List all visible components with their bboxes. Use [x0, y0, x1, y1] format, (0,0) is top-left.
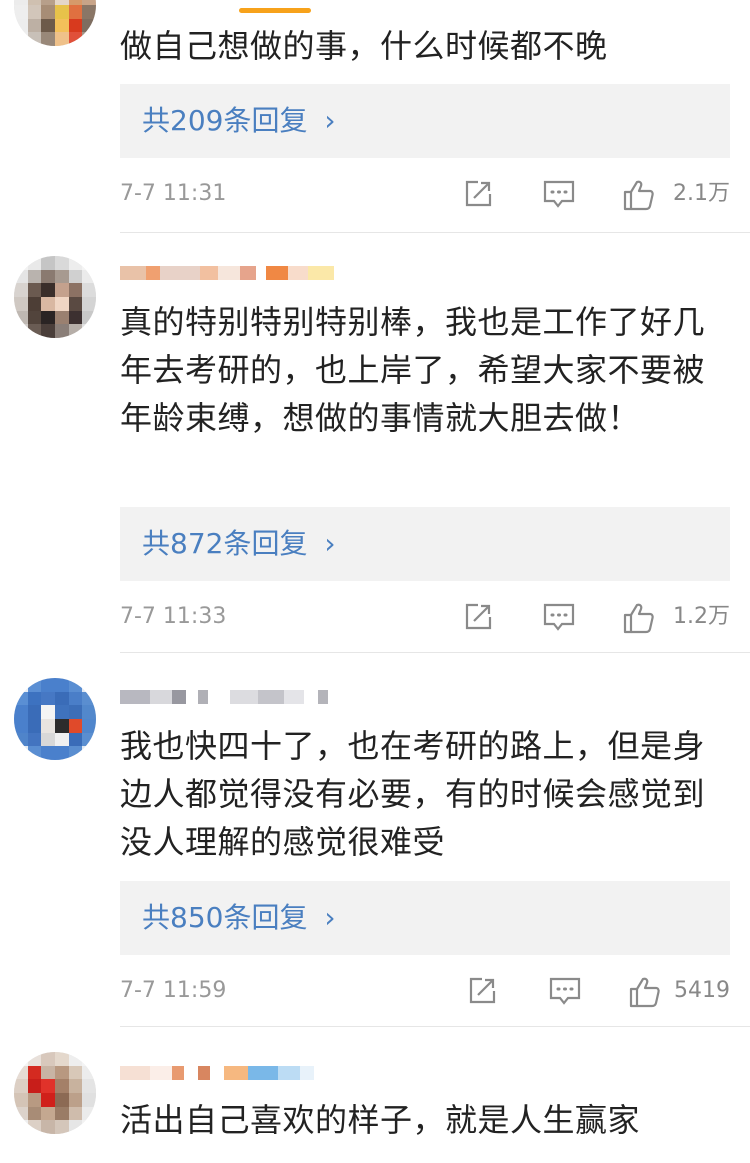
comment-meta: 7-7 11:33 1.2万 [120, 597, 730, 637]
like-count: 1.2万 [673, 604, 730, 629]
thumbs-up-icon[interactable] [628, 975, 662, 1013]
chevron-right-icon: › [324, 104, 336, 137]
comment-text: 活出自己喜欢的样子，就是人生赢家 [120, 1101, 641, 1139]
view-replies-link[interactable]: 共209条回复 › [142, 84, 336, 158]
reply-count-label: 共850条回复 [142, 901, 308, 934]
like-count: 5419 [674, 978, 730, 1003]
comment-icon[interactable] [542, 601, 576, 637]
comment-meta: 7-7 11:31 2.1万 [120, 174, 730, 214]
comment-text: 真的特别特别特别棒，我也是工作了好几年去考研的，也上岸了，希望大家不要被年龄束缚… [120, 303, 706, 437]
share-icon[interactable] [466, 975, 498, 1011]
divider [120, 1026, 750, 1027]
reply-count-label: 共209条回复 [142, 104, 308, 137]
chevron-right-icon: › [324, 901, 336, 934]
comment-icon[interactable] [548, 975, 582, 1011]
scroll-indicator [239, 8, 311, 13]
comment-time: 7-7 11:59 [120, 978, 227, 1003]
comment-time: 7-7 11:33 [120, 604, 227, 629]
like-count: 2.1万 [673, 181, 730, 206]
share-icon[interactable] [462, 178, 494, 214]
username[interactable] [120, 688, 328, 706]
avatar[interactable] [14, 256, 96, 338]
reply-count-label: 共872条回复 [142, 527, 308, 560]
view-replies-link[interactable]: 共850条回复 › [142, 881, 336, 955]
comment-text: 做自己想做的事，什么时候都不晚 [120, 27, 608, 65]
reply-box[interactable]: 共872条回复 › [120, 507, 730, 581]
view-replies-link[interactable]: 共872条回复 › [142, 507, 336, 581]
avatar[interactable] [14, 678, 96, 760]
divider [120, 232, 750, 233]
username[interactable] [120, 1064, 314, 1082]
avatar[interactable] [14, 1052, 96, 1134]
divider [120, 652, 750, 653]
thumbs-up-icon[interactable] [622, 601, 656, 639]
share-icon[interactable] [462, 601, 494, 637]
comment-time: 7-7 11:31 [120, 181, 227, 206]
reply-box[interactable]: 共209条回复 › [120, 84, 730, 158]
username[interactable] [120, 264, 334, 282]
thumbs-up-icon[interactable] [622, 178, 656, 216]
comment-text: 我也快四十了，也在考研的路上，但是身边人都觉得没有必要，有的时候会感觉到没人理解… [120, 727, 706, 861]
chevron-right-icon: › [324, 527, 336, 560]
comment-icon[interactable] [542, 178, 576, 214]
avatar[interactable] [14, 0, 96, 46]
reply-box[interactable]: 共850条回复 › [120, 881, 730, 955]
comment-meta: 7-7 11:59 5419 [120, 971, 730, 1011]
